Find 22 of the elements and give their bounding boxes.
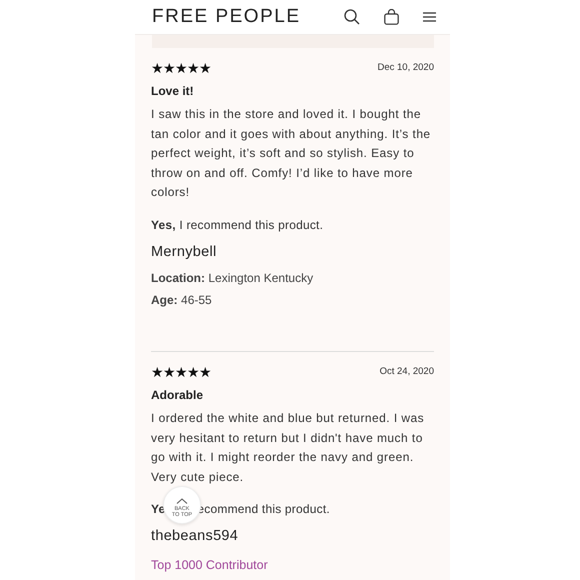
review-title: Adorable <box>151 387 204 404</box>
menu-icon[interactable] <box>423 12 436 22</box>
review-title: Love it! <box>151 83 195 100</box>
review-text: I saw this in the store and loved it. I bought the tan color and it goes with about anything. It’s the perfect weight, it’s soft and so stylish. Easy to throw on and off. Comfy! I’d like to have more colors! <box>151 106 432 201</box>
reviewer-name: thebeans594 <box>151 527 240 546</box>
recommend-answer: Yes, <box>151 218 176 232</box>
search-icon[interactable] <box>344 9 360 25</box>
review-date: Dec 10, 2020 <box>377 60 434 75</box>
star-rating: ★★★★★ <box>151 60 211 76</box>
star-rating: ★★★★★ <box>151 364 211 380</box>
review-text: I ordered the white and blue but returned. I was very hesitant to return but I didn't have much to go with it. I might reorder the navy and green. Very cute piece. <box>151 410 426 486</box>
contributor-badge[interactable]: Top 1000 Contributor <box>151 556 434 575</box>
detail-value: Lexington Kentucky <box>208 271 314 286</box>
recommend-text: I recommend this product. <box>179 218 324 232</box>
recommend-answer: Ye <box>151 502 166 516</box>
chevron-up-icon <box>176 498 188 504</box>
detail-label: Age: <box>151 293 178 308</box>
reviewer-name: Mernybell <box>151 242 218 262</box>
shopping-bag-icon[interactable] <box>384 9 399 25</box>
detail-value: 46-55 <box>181 293 212 308</box>
review-date: Oct 24, 2020 <box>380 365 434 380</box>
detail-label: Location: <box>151 271 205 286</box>
